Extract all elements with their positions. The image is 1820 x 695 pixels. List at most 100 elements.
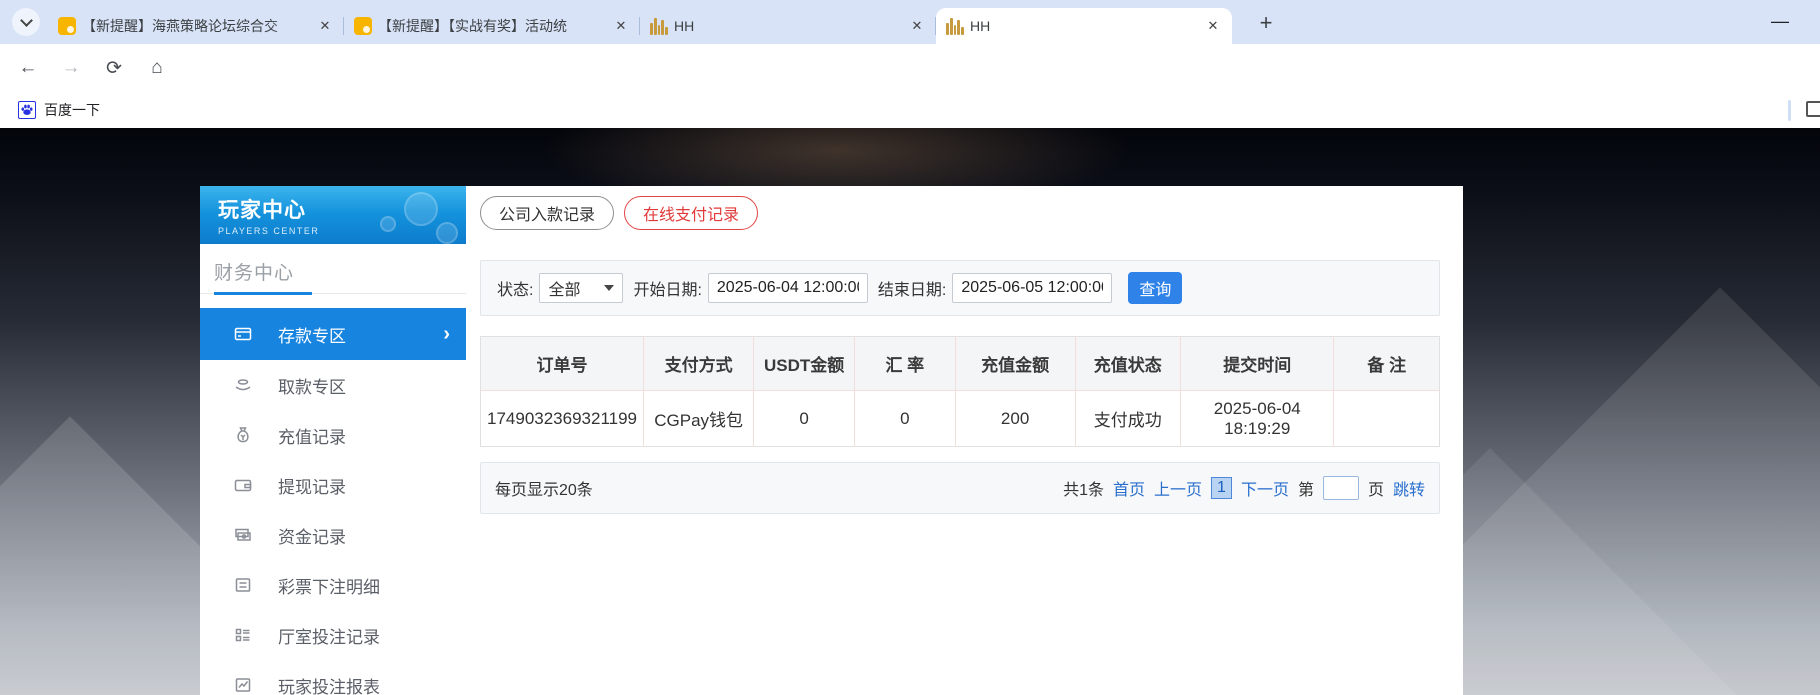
browser-tab-2[interactable]: 【新提醒】【实战有奖】活动统 ✕ <box>344 8 640 44</box>
hall-list-icon <box>234 626 252 644</box>
chevron-down-icon <box>604 285 615 291</box>
forward-icon[interactable]: → <box>55 52 87 84</box>
status-select[interactable]: 全部 <box>539 273 624 303</box>
sidebar-subtitle: PLAYERS CENTER <box>218 226 320 236</box>
sidebar-item-fund-records[interactable]: 资金记录 <box>200 510 466 560</box>
sidebar-item-hall-bet-records[interactable]: 厅室投注记录 <box>200 610 466 660</box>
page-jump-input[interactable] <box>1322 476 1359 500</box>
cell-rate: 0 <box>854 390 956 447</box>
tab-search-button[interactable] <box>12 8 40 36</box>
next-page-link[interactable]: 下一页 <box>1241 476 1289 500</box>
sidebar-item-label: 取款专区 <box>278 377 346 397</box>
filter-bar: 状态: 全部 开始日期: 结束日期: 查询 <box>480 260 1440 316</box>
pagination-controls: 共1条 首页 上一页 1 下一页 第 页 跳转 <box>1063 476 1425 500</box>
sidebar-item-label: 提现记录 <box>278 477 346 497</box>
sidebar-item-label: 资金记录 <box>278 527 346 547</box>
bookmarks-bar: 百度一下 <box>0 92 1820 128</box>
jump-link[interactable]: 跳转 <box>1393 476 1425 500</box>
prev-page-link[interactable]: 上一页 <box>1154 476 1202 500</box>
col-order-id: 订单号 <box>480 336 645 391</box>
sidebar-item-withdrawal-records[interactable]: 提现记录 <box>200 460 466 510</box>
cell-recharge-status: 支付成功 <box>1075 390 1182 447</box>
sidebar-item-label: 彩票下注明细 <box>278 577 380 597</box>
sidebar-item-recharge-records[interactable]: 充值记录 <box>200 410 466 460</box>
cell-submit-time: 2025-06-04 18:19:29 <box>1180 390 1335 447</box>
browser-tab-1[interactable]: 【新提醒】海燕策略论坛综合交 ✕ <box>48 8 344 44</box>
bubble-decoration <box>404 192 438 226</box>
bet-list-icon <box>234 576 252 594</box>
sidebar-menu: 存款专区 › 取款专区 充值记录 提现记录 资金记录 彩票下注明细 厅室投注记录… <box>200 308 466 695</box>
close-icon[interactable]: ✕ <box>316 17 334 35</box>
reload-icon[interactable]: ⟳ <box>98 52 130 84</box>
browser-tab-4-active[interactable]: HH ✕ <box>936 8 1232 44</box>
banknotes-icon <box>234 526 252 544</box>
sidebar-section-finance: 财务中心 <box>200 244 466 295</box>
col-remark: 备 注 <box>1333 336 1440 391</box>
cell-remark <box>1333 390 1440 447</box>
close-icon[interactable]: ✕ <box>908 17 926 35</box>
cell-order-id: 1749032369321199 <box>480 390 645 447</box>
tab-title: HH <box>970 18 991 34</box>
moneybag-icon <box>234 426 252 444</box>
record-type-tabs: 公司入款记录 在线支付记录 <box>480 196 759 230</box>
sidebar-item-label: 充值记录 <box>278 427 346 447</box>
first-page-link[interactable]: 首页 <box>1113 476 1145 500</box>
jump-suffix-text: 页 <box>1367 482 1384 499</box>
col-rate: 汇 率 <box>854 336 956 391</box>
end-date-label: 结束日期: <box>877 282 947 299</box>
total-count-text: 共1条 <box>1063 482 1104 499</box>
sidebar-item-label: 玩家投注报表 <box>278 677 380 695</box>
cell-recharge-amount: 200 <box>955 390 1076 447</box>
tab-online-payment-records[interactable]: 在线支付记录 <box>624 196 759 230</box>
back-icon[interactable]: ← <box>12 52 44 84</box>
window-minimize-button[interactable]: — <box>1760 4 1800 38</box>
sidebar-item-deposit[interactable]: 存款专区 › <box>200 308 466 360</box>
gold-bars-icon <box>650 17 668 35</box>
query-button[interactable]: 查询 <box>1128 272 1183 304</box>
col-recharge-status: 充值状态 <box>1075 336 1182 391</box>
cell-usdt-amount: 0 <box>753 390 855 447</box>
wallet-icon <box>234 476 252 494</box>
sidebar-item-player-bet-report[interactable]: 玩家投注报表 <box>200 660 466 695</box>
sidebar-header: 玩家中心 PLAYERS CENTER <box>200 186 466 244</box>
end-date-input[interactable] <box>952 273 1113 303</box>
home-icon[interactable]: ⌂ <box>141 52 173 84</box>
col-pay-method: 支付方式 <box>643 336 755 391</box>
browser-toolbar: ← → ⟳ ⌂ yl756.com/hhcp/usercenter.html?i… <box>0 44 1820 129</box>
tab-title: 【新提醒】海燕策略论坛综合交 <box>82 18 278 34</box>
browser-tab-3[interactable]: HH ✕ <box>640 8 936 44</box>
browser-window: 【新提醒】海燕策略论坛综合交 ✕ 【新提醒】【实战有奖】活动统 ✕ HH ✕ H… <box>0 0 1820 695</box>
tab-title: 【新提醒】【实战有奖】活动统 <box>378 18 567 34</box>
bookmarks-overflow-icon[interactable] <box>1806 101 1820 117</box>
bubble-decoration <box>436 222 458 244</box>
chevron-down-icon <box>19 13 33 27</box>
table-header-row: 订单号 支付方式 USDT金额 汇 率 充值金额 充值状态 提交时间 备 注 <box>480 336 1440 391</box>
gold-bars-icon <box>946 17 964 35</box>
new-tab-button[interactable]: + <box>1252 9 1280 37</box>
tab-company-deposit-records[interactable]: 公司入款记录 <box>480 196 615 230</box>
sidebar-item-withdraw[interactable]: 取款专区 <box>200 360 466 410</box>
bubble-decoration <box>380 216 396 232</box>
start-date-label: 开始日期: <box>633 282 702 299</box>
jump-prefix-text: 第 <box>1297 482 1314 499</box>
baidu-paw-icon <box>18 101 36 119</box>
page-size-text: 每页显示20条 <box>495 482 593 499</box>
tab-title: HH <box>674 18 695 34</box>
close-icon[interactable]: ✕ <box>612 17 630 35</box>
col-submit-time: 提交时间 <box>1180 336 1335 391</box>
col-recharge-amount: 充值金额 <box>955 336 1076 391</box>
deposit-card-icon <box>234 325 252 343</box>
close-icon[interactable]: ✕ <box>1204 17 1222 35</box>
records-content: 公司入款记录 在线支付记录 状态: 全部 开始日期: 结束日期: 查询 订单号 <box>466 186 1463 695</box>
tab-strip: 【新提醒】海燕策略论坛综合交 ✕ 【新提醒】【实战有奖】活动统 ✕ HH ✕ H… <box>48 0 1232 44</box>
current-page-badge[interactable]: 1 <box>1211 477 1232 499</box>
col-usdt-amount: USDT金额 <box>753 336 855 391</box>
table-row: 1749032369321199 CGPay钱包 0 0 200 支付成功 20… <box>480 390 1440 447</box>
bookmark-baidu[interactable]: 百度一下 <box>12 97 106 123</box>
report-chart-icon <box>234 676 252 694</box>
browser-tab-bar: 【新提醒】海燕策略论坛综合交 ✕ 【新提醒】【实战有奖】活动统 ✕ HH ✕ H… <box>0 0 1820 44</box>
sidebar-item-lottery-bet-detail[interactable]: 彩票下注明细 <box>200 560 466 610</box>
start-date-input[interactable] <box>707 273 868 303</box>
bookmarks-divider <box>1788 100 1791 121</box>
status-label: 状态: <box>497 282 534 299</box>
